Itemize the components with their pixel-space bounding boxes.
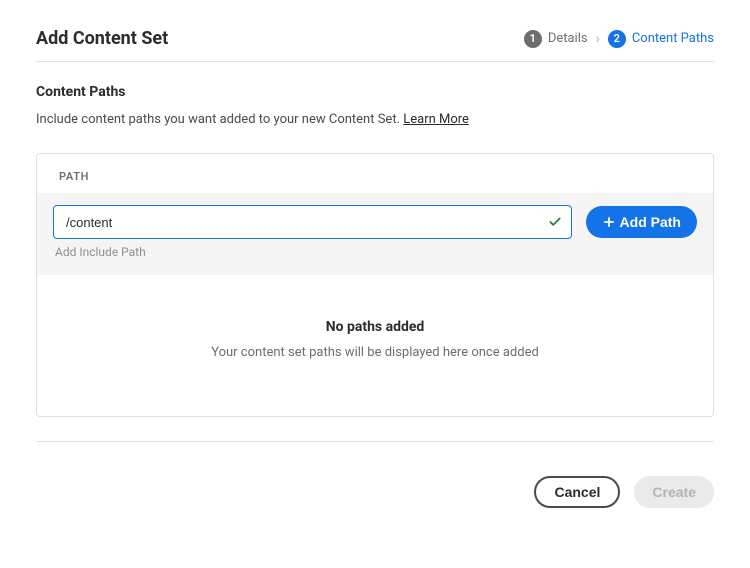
create-button: Create xyxy=(634,476,714,508)
path-input-row: Add Path Add Include Path xyxy=(37,193,713,275)
step-label-content-paths: Content Paths xyxy=(632,31,714,46)
step-label-details: Details xyxy=(548,31,588,46)
chevron-right-icon: › xyxy=(596,31,600,47)
step-number-2: 2 xyxy=(608,30,626,48)
path-input[interactable] xyxy=(53,205,572,239)
page-title: Add Content Set xyxy=(36,28,168,49)
plus-icon xyxy=(602,215,616,229)
path-input-hint: Add Include Path xyxy=(53,245,697,259)
cancel-button[interactable]: Cancel xyxy=(534,476,620,508)
step-number-1: 1 xyxy=(524,30,542,48)
checkmark-icon xyxy=(548,215,562,229)
empty-state-title: No paths added xyxy=(57,319,693,335)
paths-panel: PATH Add Path Add Include Path No paths … xyxy=(36,153,714,417)
add-path-button[interactable]: Add Path xyxy=(586,206,697,238)
wizard-stepper: 1 Details › 2 Content Paths xyxy=(524,30,714,48)
empty-state: No paths added Your content set paths wi… xyxy=(37,275,713,416)
section-description: Include content paths you want added to … xyxy=(36,112,714,127)
learn-more-link[interactable]: Learn More xyxy=(403,112,469,127)
step-content-paths[interactable]: 2 Content Paths xyxy=(608,30,714,48)
path-column-header: PATH xyxy=(37,154,713,193)
section-title: Content Paths xyxy=(36,84,714,100)
footer-divider xyxy=(36,441,714,442)
empty-state-subtitle: Your content set paths will be displayed… xyxy=(57,345,693,360)
step-details[interactable]: 1 Details xyxy=(524,30,588,48)
footer-actions: Cancel Create xyxy=(36,476,714,508)
